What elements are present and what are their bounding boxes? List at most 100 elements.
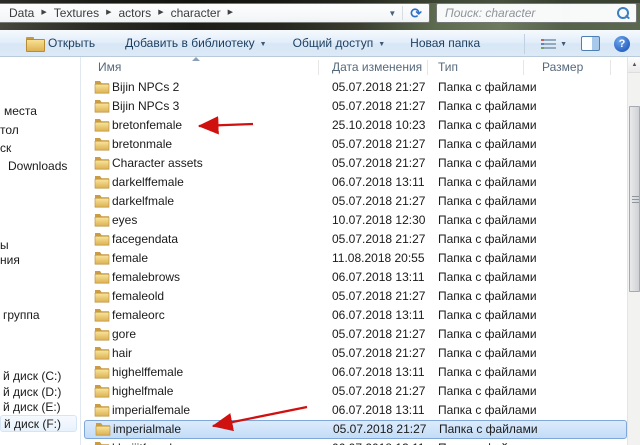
folder-icon [94, 327, 110, 341]
column-divider[interactable] [523, 60, 524, 75]
file-row[interactable]: Character assets 05.07.2018 21:27 Папка … [84, 154, 627, 173]
file-type: Папка с файлами [438, 382, 537, 401]
help-button[interactable]: ? [614, 36, 630, 52]
file-type: Папка с файлами [438, 439, 537, 445]
breadcrumb-arrow-icon: ▶ [155, 8, 166, 16]
file-row[interactable]: imperialfemale 06.07.2018 13:11 Папка с … [84, 401, 627, 420]
folder-icon [94, 365, 110, 379]
file-row[interactable]: highelffemale 06.07.2018 13:11 Папка с ф… [84, 363, 627, 382]
open-button[interactable]: Открыть [26, 36, 95, 50]
file-row[interactable]: bretonmale 05.07.2018 21:27 Папка с файл… [84, 135, 627, 154]
file-name: bretonfemale [112, 116, 182, 135]
file-row[interactable]: hair 05.07.2018 21:27 Папка с файлами [84, 344, 627, 363]
file-date-modified: 05.07.2018 21:27 [332, 230, 425, 249]
breadcrumb-item[interactable]: Data [5, 6, 38, 20]
file-name: imperialmale [113, 421, 181, 438]
column-header-name[interactable]: Имя [98, 60, 121, 74]
file-type: Папка с файлами [438, 230, 537, 249]
file-row[interactable]: khajiitfemale 06.07.2018 13:11 Папка с ф… [84, 439, 627, 445]
file-row[interactable]: highelfmale 05.07.2018 21:27 Папка с фай… [84, 382, 627, 401]
file-date-modified: 06.07.2018 13:11 [332, 439, 425, 445]
folder-icon [94, 441, 110, 445]
file-type: Папка с файлами [438, 306, 537, 325]
column-divider[interactable] [318, 60, 319, 75]
file-list-pane: Имя Дата изменения Тип Размер Bijin NPCs… [84, 57, 627, 445]
preview-pane-button[interactable] [581, 36, 600, 51]
open-button-label: Открыть [48, 36, 95, 50]
sidebar-item[interactable]: места [4, 103, 37, 120]
chevron-down-icon: ▼ [378, 41, 385, 48]
column-header-type[interactable]: Тип [438, 60, 458, 74]
column-header-row: Имя Дата изменения Тип Размер [84, 57, 627, 78]
share-button[interactable]: Общий доступ ▼ [293, 36, 386, 50]
sidebar-item[interactable]: й диск (E:) [3, 399, 61, 416]
folder-icon [94, 213, 110, 227]
file-date-modified: 06.07.2018 13:11 [332, 173, 425, 192]
file-type: Папка с файлами [438, 135, 537, 154]
address-bar[interactable]: Data ▶ Textures ▶ actors ▶ character ▶ ▼… [0, 3, 430, 23]
file-name: highelfmale [112, 382, 173, 401]
sidebar-item[interactable]: й диск (C:) [3, 368, 61, 385]
breadcrumb-segment: actors ▶ [115, 6, 167, 20]
file-date-modified: 06.07.2018 13:11 [332, 306, 425, 325]
folder-icon [95, 422, 111, 436]
folder-icon [94, 232, 110, 246]
file-row[interactable]: gore 05.07.2018 21:27 Папка с файлами [84, 325, 627, 344]
sort-ascending-icon [192, 57, 200, 61]
sidebar-item[interactable]: ск [0, 140, 11, 157]
file-row[interactable]: darkelfmale 05.07.2018 21:27 Папка с фай… [84, 192, 627, 211]
breadcrumb-item[interactable]: actors [115, 6, 156, 20]
column-header-date[interactable]: Дата изменения [332, 60, 422, 74]
pane-divider [80, 57, 81, 445]
search-box[interactable] [436, 3, 637, 23]
file-row[interactable]: bretonfemale 25.10.2018 10:23 Папка с фа… [84, 116, 627, 135]
breadcrumb-item[interactable]: Textures [50, 6, 103, 20]
column-divider[interactable] [427, 60, 428, 75]
file-date-modified: 05.07.2018 21:27 [333, 421, 426, 438]
folder-icon [94, 118, 110, 132]
file-row[interactable]: darkelffemale 06.07.2018 13:11 Папка с ф… [84, 173, 627, 192]
add-to-library-label: Добавить в библиотеку [125, 36, 255, 50]
folder-icon [94, 156, 110, 170]
add-to-library-button[interactable]: Добавить в библиотеку ▼ [125, 36, 266, 50]
file-type: Папка с файлами [438, 173, 537, 192]
breadcrumb-item[interactable]: character [167, 6, 225, 20]
file-row[interactable]: femalebrows 06.07.2018 13:11 Папка с фай… [84, 268, 627, 287]
breadcrumb-segment: Data ▶ [5, 6, 50, 20]
sidebar-item[interactable]: тол [0, 122, 19, 139]
folder-icon [94, 175, 110, 189]
file-type: Папка с файлами [438, 325, 537, 344]
sidebar-item[interactable]: ния [0, 252, 20, 269]
folder-icon [94, 270, 110, 284]
file-row[interactable]: Bijin NPCs 2 05.07.2018 21:27 Папка с фа… [84, 78, 627, 97]
folder-icon [94, 80, 110, 94]
file-name: eyes [112, 211, 137, 230]
column-header-size[interactable]: Размер [542, 60, 583, 74]
scroll-up-button[interactable]: ▲ [628, 57, 640, 73]
sidebar-item[interactable]: Downloads [8, 158, 67, 175]
file-row[interactable]: eyes 10.07.2018 12:30 Папка с файлами [84, 211, 627, 230]
scrollbar-thumb[interactable] [629, 106, 640, 292]
file-name: khajiitfemale [112, 439, 179, 445]
file-row[interactable]: female 11.08.2018 20:55 Папка с файлами [84, 249, 627, 268]
new-folder-button[interactable]: Новая папка [410, 36, 480, 50]
breadcrumb-segment: Textures ▶ [50, 6, 115, 20]
file-row[interactable]: facegendata 05.07.2018 21:27 Папка с фай… [84, 230, 627, 249]
address-dropdown-icon[interactable]: ▼ [382, 9, 402, 18]
refresh-icon[interactable]: ⟳ [403, 5, 429, 22]
file-name: female [112, 249, 148, 268]
column-divider[interactable] [610, 60, 611, 75]
file-name: gore [112, 325, 136, 344]
change-view-button[interactable]: ▼ [541, 38, 567, 50]
file-row[interactable]: femaleorc 06.07.2018 13:11 Папка с файла… [84, 306, 627, 325]
sidebar-item[interactable]: группа [3, 307, 40, 324]
file-date-modified: 05.07.2018 21:27 [332, 325, 425, 344]
sidebar-item[interactable]: й диск (F:) [0, 415, 77, 432]
file-row[interactable]: imperialmale 05.07.2018 21:27 Папка с фа… [84, 420, 627, 439]
file-name: femaleorc [112, 306, 165, 325]
search-input[interactable] [437, 5, 614, 21]
vertical-scrollbar[interactable]: ▲ [627, 57, 640, 445]
file-row[interactable]: femaleold 05.07.2018 21:27 Папка с файла… [84, 287, 627, 306]
file-row[interactable]: Bijin NPCs 3 05.07.2018 21:27 Папка с фа… [84, 97, 627, 116]
chevron-down-icon: ▼ [560, 41, 567, 48]
